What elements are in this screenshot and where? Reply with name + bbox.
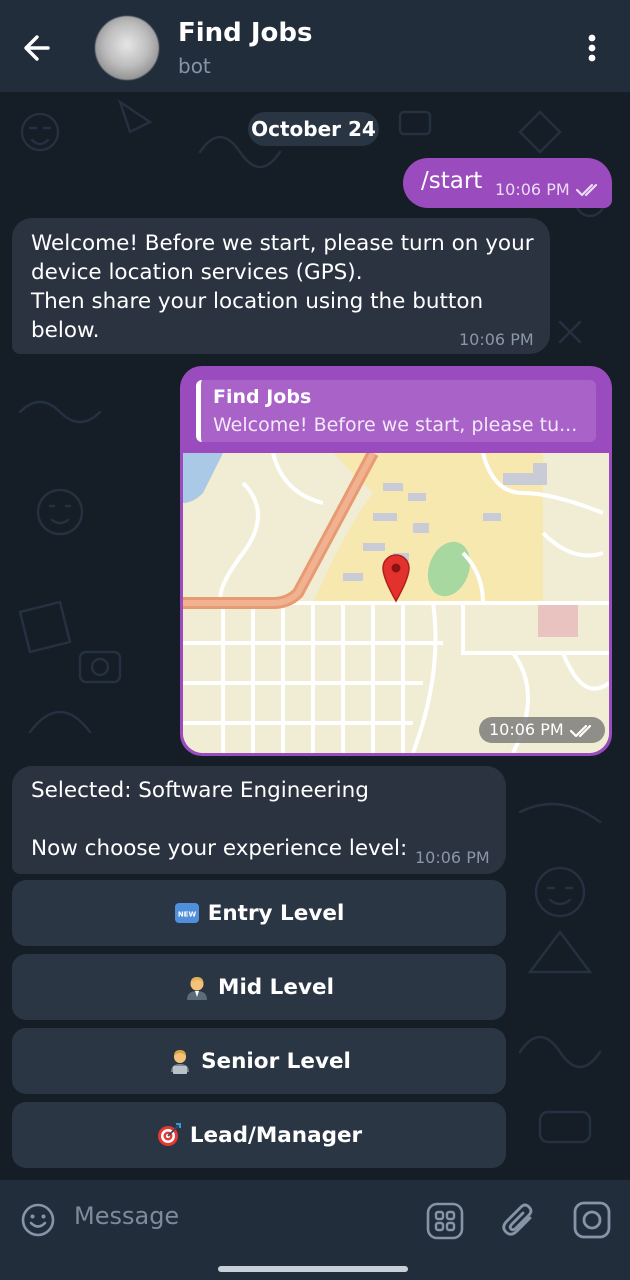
double-check-icon — [569, 724, 592, 738]
map-image — [183, 453, 609, 753]
keyboard-button-label: Mid Level — [218, 974, 334, 1000]
keyboard-button-lead-manager[interactable]: Lead/Manager — [12, 1102, 506, 1168]
emoji-icon[interactable] — [20, 1202, 56, 1238]
more-vertical-icon — [588, 34, 596, 62]
incoming-message-welcome[interactable]: Welcome! Before we start, please turn on… — [12, 218, 550, 354]
message-time: 10:06 PM — [459, 330, 534, 349]
message-time: 10:06 PM — [495, 180, 570, 199]
message-input-bar: Message — [0, 1180, 630, 1280]
outgoing-message-location[interactable]: Find Jobs Welcome! Before we start, plea… — [180, 366, 612, 756]
keyboard-button-senior-level[interactable]: Senior Level — [12, 1028, 506, 1094]
attach-paperclip-icon[interactable] — [500, 1200, 538, 1240]
keyboard-button-mid-level[interactable]: Mid Level — [12, 954, 506, 1020]
keyboard-button-label: Lead/Manager — [189, 1122, 363, 1148]
reply-author: Find Jobs — [213, 386, 312, 408]
message-time: 10:06 PM — [415, 848, 490, 867]
message-input[interactable]: Message — [74, 1202, 179, 1230]
keyboard-button-label: Entry Level — [207, 900, 345, 926]
new-badge-icon: NEW — [174, 903, 199, 923]
message-text: /start — [421, 168, 483, 194]
avatar[interactable] — [95, 16, 159, 80]
chat-area[interactable]: October 24 /start 10:06 PM Welcome! Befo… — [0, 92, 630, 1180]
incoming-message-selected[interactable]: Selected: Software Engineering Now choos… — [12, 766, 506, 874]
message-text: Welcome! Before we start, please turn on… — [31, 231, 534, 343]
outgoing-message-start[interactable]: /start 10:06 PM — [403, 158, 612, 208]
dart-target-icon — [157, 1123, 181, 1146]
keyboard-button-label: Senior Level — [201, 1048, 351, 1074]
chat-header: Find Jobs bot — [0, 0, 630, 92]
bot-commands-icon[interactable] — [426, 1202, 464, 1240]
technologist-icon — [171, 1050, 190, 1074]
map-timestamp: 10:06 PM — [479, 717, 605, 743]
chat-title[interactable]: Find Jobs — [178, 18, 312, 48]
camera-icon[interactable] — [573, 1201, 611, 1239]
date-separator: October 24 — [248, 112, 379, 146]
message-time: 10:06 PM — [489, 720, 564, 739]
back-button[interactable] — [18, 28, 58, 68]
office-worker-icon — [187, 977, 208, 1000]
arrow-left-icon — [24, 35, 50, 61]
double-check-icon — [575, 183, 598, 197]
location-map[interactable]: 10:06 PM — [183, 453, 609, 753]
more-options-button[interactable] — [578, 30, 606, 66]
chat-subtitle: bot — [178, 54, 211, 78]
home-indicator[interactable] — [218, 1266, 408, 1272]
reply-quote[interactable]: Find Jobs Welcome! Before we start, plea… — [196, 380, 596, 442]
reply-snippet: Welcome! Before we start, please tu... — [213, 414, 578, 436]
svg-text:NEW: NEW — [178, 911, 197, 919]
keyboard-button-entry-level[interactable]: NEW Entry Level — [12, 880, 506, 946]
